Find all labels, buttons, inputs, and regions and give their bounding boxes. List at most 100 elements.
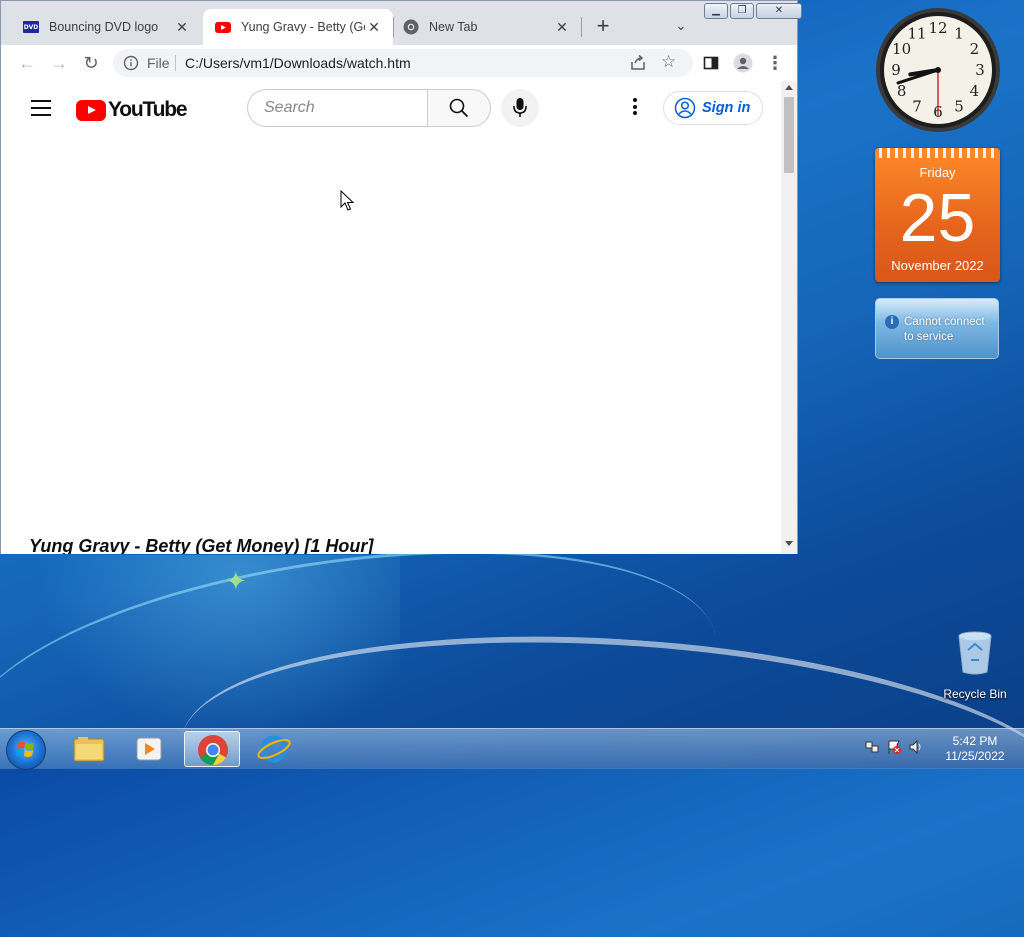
window-controls: ▁ ❐ ✕ bbox=[704, 3, 804, 19]
info-icon[interactable] bbox=[123, 55, 139, 71]
calendar-date: 25 bbox=[899, 180, 976, 256]
media-player-icon bbox=[136, 737, 162, 761]
action-center-flag-icon[interactable] bbox=[886, 739, 902, 755]
share-icon[interactable] bbox=[629, 54, 647, 72]
scroll-thumb[interactable] bbox=[784, 97, 794, 173]
close-icon[interactable]: ✕ bbox=[553, 18, 571, 36]
page-content: YouTube Search Sign in Yung Gravy - Bett… bbox=[1, 81, 781, 554]
tab-title: New Tab bbox=[429, 20, 478, 34]
clock-numeral: 5 bbox=[954, 97, 964, 115]
microphone-icon bbox=[513, 98, 527, 117]
sign-in-label: Sign in bbox=[702, 100, 751, 116]
clock-numeral: 7 bbox=[912, 97, 922, 115]
wallpaper-leaf: ✦ bbox=[225, 566, 247, 596]
browser-toolbar: ← → ↻ File C:/Users/vm1/Downloads/watch.… bbox=[1, 45, 797, 81]
tab-separator bbox=[581, 17, 582, 37]
svg-text:DVD: DVD bbox=[24, 24, 39, 31]
clock-numeral: 3 bbox=[975, 61, 985, 79]
close-icon[interactable]: ✕ bbox=[173, 18, 191, 36]
clock-numeral: 8 bbox=[897, 82, 907, 100]
clock-gadget[interactable]: 123456789101112 bbox=[874, 6, 1002, 134]
close-icon[interactable]: ✕ bbox=[365, 18, 383, 36]
start-button[interactable] bbox=[6, 730, 46, 770]
internet-explorer-icon bbox=[257, 735, 291, 763]
youtube-wordmark: YouTube bbox=[108, 98, 188, 121]
tab-strip: DVD Bouncing DVD logo ✕ Yung Gravy - Bet… bbox=[1, 1, 802, 45]
recycle-bin-label: Recycle Bin bbox=[943, 687, 1007, 701]
youtube-logo[interactable]: YouTube bbox=[76, 98, 188, 122]
scroll-up-arrow-icon[interactable] bbox=[785, 85, 793, 90]
recycle-bin-icon bbox=[958, 631, 992, 675]
clock-numeral: 11 bbox=[907, 25, 926, 43]
chrome-menu-button[interactable]: ⋮ bbox=[763, 51, 787, 75]
url-text[interactable]: C:/Users/vm1/Downloads/watch.htm bbox=[185, 55, 411, 71]
minimize-button[interactable]: ▁ bbox=[704, 3, 728, 19]
omnibox-divider bbox=[175, 55, 176, 71]
new-tab-button[interactable]: + bbox=[591, 15, 615, 39]
youtube-icon bbox=[215, 22, 231, 33]
video-title: Yung Gravy - Betty (Get Money) [1 Hour] bbox=[29, 536, 374, 554]
clock-numeral: 9 bbox=[891, 61, 901, 79]
scroll-down-arrow-icon[interactable] bbox=[785, 541, 793, 546]
search-icon bbox=[449, 98, 469, 118]
forward-button[interactable]: → bbox=[47, 51, 71, 75]
clock-numeral: 12 bbox=[928, 19, 947, 37]
taskbar-media-player[interactable] bbox=[122, 731, 178, 767]
network-icon[interactable] bbox=[864, 739, 880, 755]
scheme-label: File bbox=[147, 55, 170, 71]
side-panel-icon bbox=[703, 56, 719, 70]
browser-window: DVD Bouncing DVD logo ✕ Yung Gravy - Bet… bbox=[0, 0, 802, 554]
taskbar-internet-explorer[interactable] bbox=[246, 731, 302, 767]
clock-numeral: 1 bbox=[954, 25, 964, 43]
clock-numeral: 4 bbox=[970, 82, 980, 100]
profile-avatar-icon bbox=[733, 53, 753, 73]
account-circle-icon bbox=[674, 97, 696, 119]
window-close-button[interactable]: ✕ bbox=[756, 3, 802, 19]
youtube-play-icon bbox=[76, 99, 106, 121]
taskbar-date: 11/25/2022 bbox=[945, 749, 1005, 763]
tab-youtube-video[interactable]: Yung Gravy - Betty (Get ✕ bbox=[203, 9, 393, 45]
hamburger-menu-icon[interactable] bbox=[31, 100, 51, 116]
sign-in-button[interactable]: Sign in bbox=[663, 91, 763, 125]
tab-bouncing-dvd[interactable]: DVD Bouncing DVD logo ✕ bbox=[1, 9, 201, 45]
taskbar-chrome[interactable] bbox=[184, 731, 240, 767]
system-tray bbox=[864, 739, 934, 759]
clock-numeral: 10 bbox=[892, 40, 911, 58]
weather-status-message: Cannot connect to service bbox=[904, 316, 985, 343]
clock-numeral: 2 bbox=[970, 40, 980, 58]
voice-search-button[interactable] bbox=[501, 89, 539, 127]
chrome-icon bbox=[198, 735, 228, 765]
search-button[interactable] bbox=[427, 89, 491, 127]
taskbar-explorer[interactable] bbox=[62, 731, 118, 767]
address-bar[interactable]: File C:/Users/vm1/Downloads/watch.htm ☆ bbox=[113, 49, 693, 77]
calendar-day-name: Friday bbox=[919, 165, 956, 180]
tab-new-tab[interactable]: New Tab ✕ bbox=[395, 9, 581, 45]
restore-button[interactable]: ❐ bbox=[730, 3, 754, 19]
volume-icon[interactable] bbox=[908, 739, 924, 755]
tab-title: Yung Gravy - Betty (Get bbox=[241, 20, 365, 34]
back-button[interactable]: ← bbox=[15, 51, 39, 75]
side-panel-button[interactable] bbox=[699, 51, 723, 75]
bookmark-star-icon[interactable]: ☆ bbox=[661, 52, 676, 72]
profile-button[interactable] bbox=[731, 51, 755, 75]
taskbar-clock[interactable]: 5:42 PM 11/25/2022 bbox=[940, 734, 1010, 764]
calendar-rings bbox=[879, 148, 996, 158]
tab-title: Bouncing DVD logo bbox=[49, 20, 159, 34]
search-input[interactable]: Search bbox=[247, 89, 427, 127]
chrome-icon bbox=[403, 19, 419, 35]
mouse-cursor-icon bbox=[340, 190, 354, 211]
dvd-icon: DVD bbox=[23, 21, 39, 33]
recycle-bin[interactable]: Recycle Bin bbox=[936, 630, 1014, 701]
page-scrollbar[interactable] bbox=[781, 81, 797, 554]
search-placeholder: Search bbox=[264, 99, 315, 116]
calendar-month-year: November 2022 bbox=[891, 258, 984, 273]
calendar-gadget[interactable]: Friday 25 November 2022 bbox=[875, 148, 1000, 282]
tab-search-button[interactable]: ⌄ bbox=[669, 15, 693, 39]
tab-separator bbox=[393, 17, 394, 37]
windows-logo-icon bbox=[16, 742, 34, 757]
weather-gadget[interactable]: i Cannot connect to service bbox=[875, 298, 999, 359]
settings-kebab-icon[interactable] bbox=[627, 98, 643, 118]
taskbar-time: 5:42 PM bbox=[952, 734, 998, 748]
info-icon: i bbox=[885, 315, 899, 329]
reload-button[interactable]: ↻ bbox=[79, 51, 103, 75]
